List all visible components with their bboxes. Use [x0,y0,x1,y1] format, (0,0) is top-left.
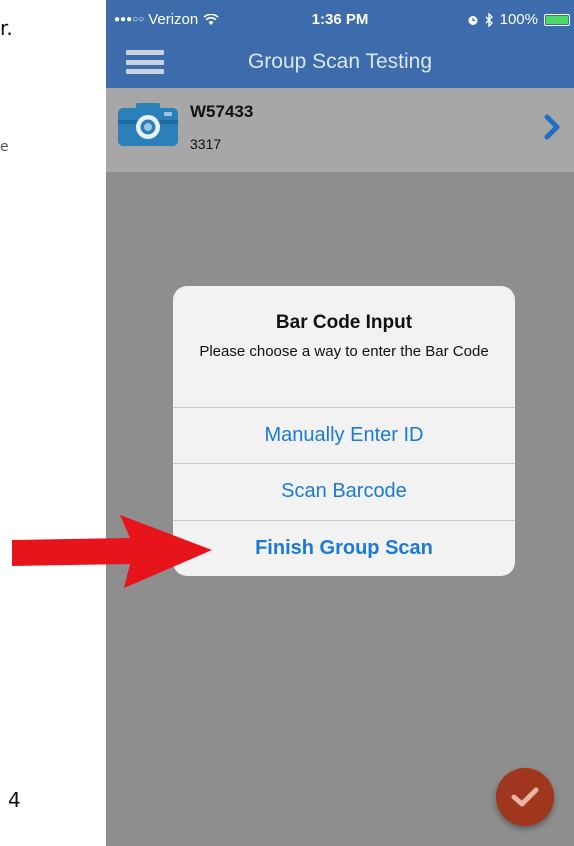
alert-message: Please choose a way to enter the Bar Cod… [199,343,489,360]
status-right: 100% [467,11,570,28]
list-item-title: W57433 [190,102,254,121]
chevron-right-icon[interactable] [542,114,562,140]
alert-title: Bar Code Input [275,312,413,333]
camera-icon [118,103,178,146]
bluetooth-icon [485,12,493,27]
phone-screen: ●●●○○ Verizon 1:36 PM 100% Group Scan Te… [106,0,574,846]
list-item[interactable]: W57433 3317 [106,88,574,172]
scan-barcode-button[interactable]: Scan Barcode [173,463,515,519]
battery-percent: 100% [499,11,538,28]
bar-code-alert: Bar Code Input Please choose a way to en… [173,286,515,576]
confirm-fab-button[interactable] [496,768,554,826]
document-text-fragment: r. [0,16,13,40]
document-text-fragment-mid: e [0,139,9,155]
page-title: Group Scan Testing [247,50,433,73]
checkmark-icon [511,787,539,807]
manually-enter-id-button[interactable]: Manually Enter ID [173,407,515,463]
battery-icon [544,13,570,26]
page-number: 4 [8,788,21,812]
list-item-subtitle: 3317 [190,136,222,152]
status-bar: ●●●○○ Verizon 1:36 PM 100% [106,0,574,38]
alarm-icon [468,15,478,25]
nav-bar: Group Scan Testing [106,38,574,88]
finish-group-scan-button[interactable]: Finish Group Scan [173,520,515,576]
battery-level [546,15,568,24]
red-arrow-icon [12,515,212,588]
